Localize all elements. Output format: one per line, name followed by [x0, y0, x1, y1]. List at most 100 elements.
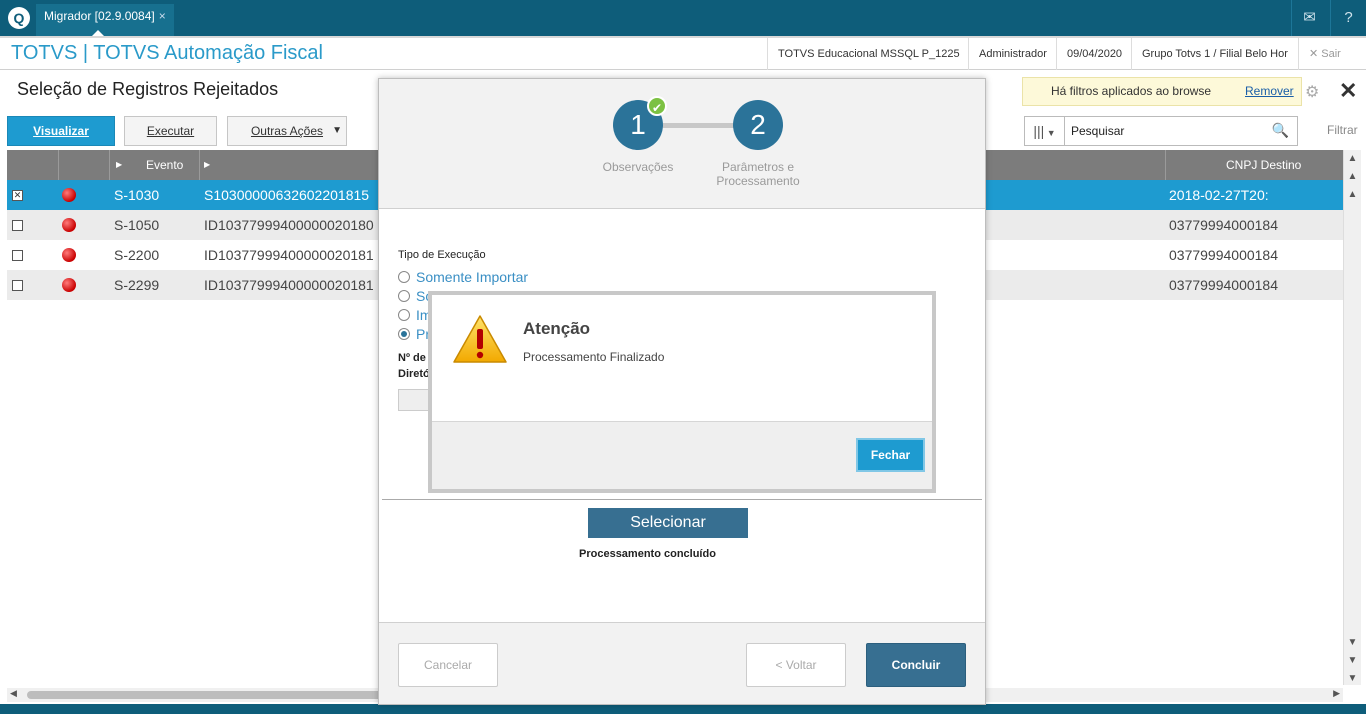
filter-notice-text: Há filtros aplicados ao browse [1051, 84, 1212, 98]
executar-button[interactable]: Executar [124, 116, 217, 146]
selecionar-button[interactable]: Selecionar [588, 508, 748, 538]
error-status-icon [62, 248, 76, 262]
cell-evento: S-2299 [114, 277, 160, 293]
user-label: Administrador [968, 38, 1057, 70]
cell-id: S10300000632602201815 [204, 187, 370, 203]
finish-button[interactable]: Concluir [866, 643, 966, 687]
radio-option[interactable]: Pr [398, 326, 430, 342]
search-icon[interactable]: 🔍 [1272, 122, 1289, 139]
visualizar-button[interactable]: Visualizar [7, 116, 115, 146]
filtrar-button[interactable]: Filtrar [1327, 123, 1358, 137]
header-cnpj-label: CNPJ Destino [1226, 158, 1302, 172]
scroll-step-up-icon[interactable]: ▲ [1344, 186, 1361, 204]
tab-close-icon[interactable]: × [159, 9, 166, 23]
error-status-icon [62, 218, 76, 232]
remove-filter-link[interactable]: Remover [1245, 78, 1294, 105]
column-selector-icon[interactable]: ||| ▼ [1025, 117, 1065, 145]
numero-label: Nº de [398, 352, 426, 364]
radio-circle[interactable] [398, 328, 410, 340]
app-title: TOTVS | TOTVS Automação Fiscal [11, 42, 323, 64]
divider [382, 499, 982, 500]
header-status-col[interactable] [59, 150, 110, 180]
scroll-page-up-icon[interactable]: ▲ [1344, 168, 1361, 186]
check-icon: ✔ [647, 96, 667, 116]
date-label: 09/04/2020 [1056, 38, 1132, 70]
scroll-down-icon[interactable]: ▼ [1344, 670, 1361, 688]
mail-icon[interactable]: ✉ [1291, 0, 1327, 36]
row-checkbox[interactable] [12, 280, 23, 291]
radio-label: Somente Importar [416, 269, 529, 285]
back-button[interactable]: < Voltar [746, 643, 846, 687]
totvs-logo-icon[interactable]: Q [8, 7, 30, 29]
radio-option[interactable]: Somente Importar [398, 269, 528, 285]
help-icon[interactable]: ? [1330, 0, 1366, 36]
alert-footer: Fechar [432, 421, 932, 489]
radio-option[interactable]: Im [398, 307, 432, 323]
close-icon: ✕ [1309, 48, 1322, 60]
app-header: TOTVS | TOTVS Automação Fiscal TOTVS Edu… [0, 36, 1366, 70]
step-2-label-line2: Processamento [716, 174, 800, 188]
vertical-scrollbar[interactable]: ▲ ▲ ▲ ▼ ▼ ▼ [1343, 150, 1361, 685]
search-input[interactable]: Pesquisar [1071, 124, 1124, 138]
cell-id: ID10377999400000020180 [204, 217, 374, 233]
bottom-bar [0, 704, 1366, 714]
scroll-step-down-icon[interactable]: ▼ [1344, 634, 1361, 652]
sort-arrow-icon: ▶ [204, 160, 211, 169]
wizard-steps: 1 ✔ 2 Observações Parâmetros e Processam… [379, 79, 985, 209]
warning-icon [453, 315, 507, 363]
environment-label: TOTVS Educacional MSSQL P_1225 [767, 38, 970, 70]
close-button[interactable]: Fechar [856, 438, 925, 472]
radio-circle[interactable] [398, 290, 410, 302]
cell-cnpj: 03779994000184 [1169, 277, 1279, 293]
cell-evento: S-1050 [114, 217, 160, 233]
radio-circle[interactable] [398, 309, 410, 321]
alert-body: Atenção Processamento Finalizado Fechar [432, 295, 932, 489]
page-title: Seleção de Registros Rejeitados [17, 79, 279, 99]
cell-evento: S-2200 [114, 247, 160, 263]
gear-icon[interactable]: ⚙ [1305, 82, 1319, 102]
row-checkbox[interactable] [12, 250, 23, 261]
step-2-label-line1: Parâmetros e [721, 160, 795, 174]
search-box: ||| ▼ Pesquisar 🔍 [1024, 116, 1298, 146]
scroll-track[interactable] [1344, 204, 1361, 634]
radio-circle[interactable] [398, 271, 410, 283]
diretorio-label: Diretó [398, 368, 430, 380]
filter-notice: Há filtros aplicados ao browse Remover [1022, 77, 1302, 106]
tab-migrador[interactable]: Migrador [02.9.0084] × [36, 4, 174, 36]
logout-label: Sair [1321, 48, 1341, 60]
header-id[interactable]: ▶ [200, 150, 380, 180]
cell-id: ID10377999400000020181 [204, 277, 374, 293]
row-checkbox[interactable] [12, 220, 23, 231]
cell-evento: S-1030 [114, 187, 160, 203]
outras-acoes-button[interactable]: Outras Ações ▼ [227, 116, 347, 146]
cancel-button[interactable]: Cancelar [398, 643, 498, 687]
branch-label: Grupo Totvs 1 / Filial Belo Hor [1131, 38, 1298, 70]
tab-label: Migrador [02.9.0084] [44, 9, 155, 23]
header-checkbox-col[interactable] [7, 150, 59, 180]
cell-cnpj: 2018-02-27T20: [1169, 187, 1269, 203]
sort-arrow-icon: ▶ [116, 160, 123, 169]
cell-id: ID10377999400000020181 [204, 247, 374, 263]
alert-title: Atenção [523, 319, 591, 338]
outras-acoes-label: Outras Ações [250, 124, 324, 138]
cell-cnpj: 03779994000184 [1169, 247, 1279, 263]
scroll-left-icon[interactable]: ◀ [10, 688, 17, 699]
scroll-up-icon[interactable]: ▲ [1344, 150, 1361, 168]
row-checkbox[interactable]: ✕ [12, 190, 23, 201]
process-status: Processamento concluído [579, 548, 716, 560]
header-evento[interactable]: ▶ Evento [110, 150, 200, 180]
alert-message: Processamento Finalizado [523, 350, 665, 364]
logout-button[interactable]: ✕ Sair [1298, 38, 1366, 70]
wizard-footer: Cancelar < Voltar Concluir [379, 622, 985, 704]
step-1-label: Observações [602, 160, 674, 174]
header-cnpj-destino[interactable]: CNPJ Destino [1165, 150, 1343, 180]
chevron-down-icon: ▼ [332, 125, 342, 136]
step-2: 2 [733, 100, 783, 150]
cell-cnpj: 03779994000184 [1169, 217, 1279, 233]
scroll-right-icon[interactable]: ▶ [1333, 688, 1340, 699]
header-evento-label: Evento [146, 158, 184, 172]
top-bar: Q Migrador [02.9.0084] × ✉ ? [0, 0, 1366, 36]
scroll-thumb[interactable] [27, 691, 387, 699]
close-icon[interactable]: ✕ [1339, 78, 1357, 104]
scroll-page-down-icon[interactable]: ▼ [1344, 652, 1361, 670]
